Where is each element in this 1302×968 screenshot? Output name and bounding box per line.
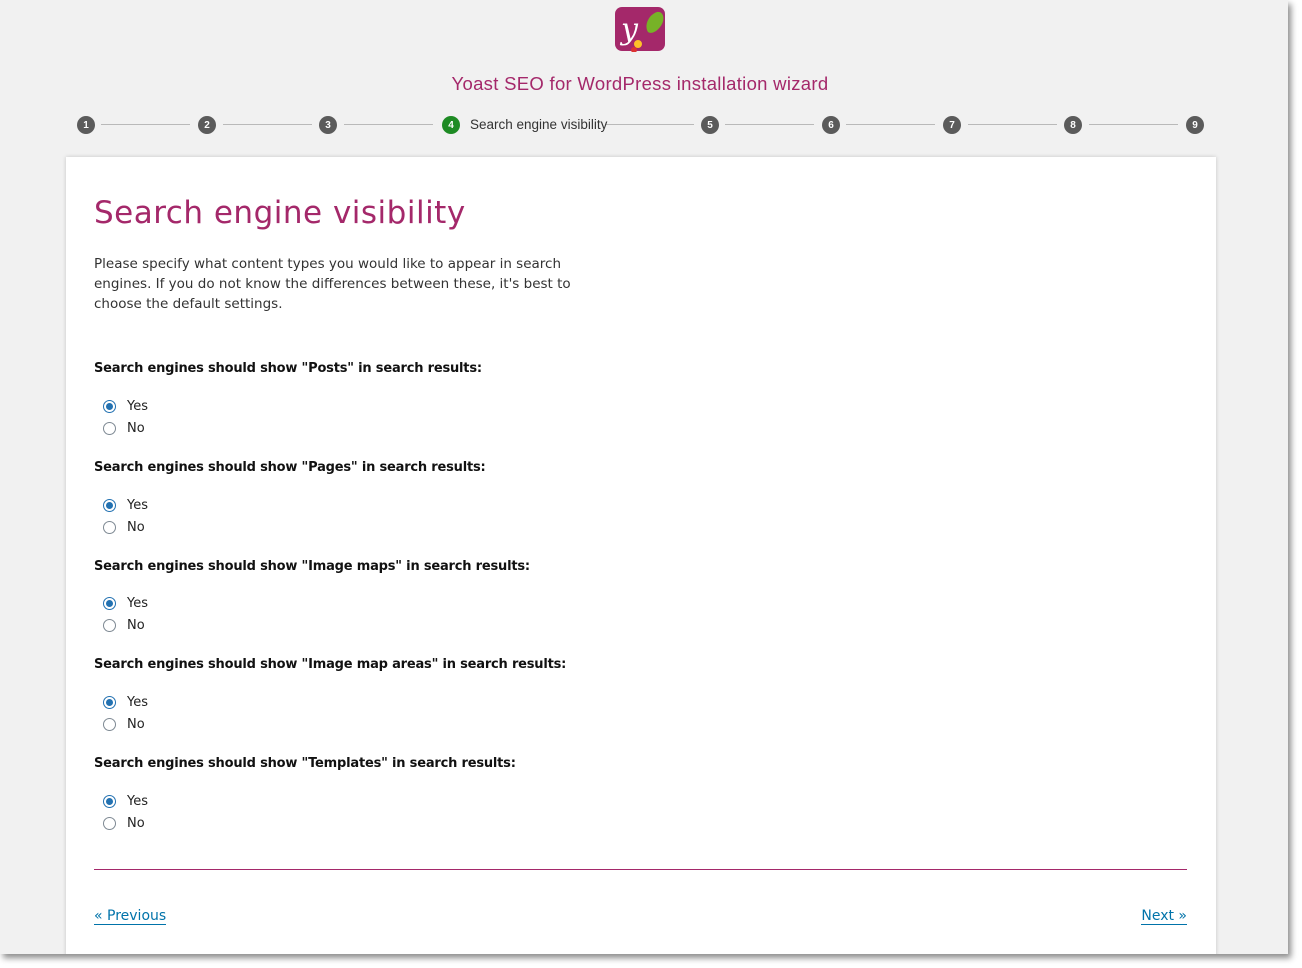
step-4-label: Search engine visibility — [470, 117, 608, 132]
yoast-logo-icon: y — [615, 7, 665, 52]
image-maps-no-option[interactable]: No — [103, 616, 145, 634]
posts-yes-option[interactable]: Yes — [103, 397, 148, 415]
radio-button[interactable] — [103, 421, 116, 435]
option-label: Yes — [127, 398, 148, 414]
radio-button[interactable] — [103, 618, 116, 632]
option-label: Yes — [127, 497, 148, 513]
image-map-areas-yes-option[interactable]: Yes — [103, 693, 148, 711]
step-2[interactable]: 2 — [198, 116, 216, 134]
step-6[interactable]: 6 — [822, 116, 840, 134]
question-pages: Search engines should show "Pages" in se… — [94, 460, 486, 475]
wizard-card: Search engine visibility Please specify … — [66, 157, 1216, 954]
next-link[interactable]: Next » — [1141, 908, 1187, 925]
templates-yes-option[interactable]: Yes — [103, 792, 148, 810]
radio-button-checked[interactable] — [103, 498, 116, 512]
radio-button[interactable] — [103, 816, 116, 830]
footer-divider — [94, 869, 1187, 870]
posts-no-option[interactable]: No — [103, 419, 145, 437]
option-label: Yes — [127, 793, 148, 809]
step-connector — [968, 124, 1057, 125]
wizard-title: Yoast SEO for WordPress installation wiz… — [451, 73, 829, 94]
intro-text: Please specify what content types you wo… — [94, 256, 571, 312]
question-templates: Search engines should show "Templates" i… — [94, 756, 516, 771]
wizard-window: y Yoast SEO for WordPress installation w… — [0, 0, 1288, 954]
option-label: No — [127, 617, 145, 633]
pages-no-option[interactable]: No — [103, 518, 145, 536]
step-1[interactable]: 1 — [77, 116, 95, 134]
step-9[interactable]: 9 — [1186, 116, 1204, 134]
option-label: No — [127, 420, 145, 436]
step-connector — [1089, 124, 1178, 125]
radio-button[interactable] — [103, 520, 116, 534]
option-label: No — [127, 519, 145, 535]
option-label: Yes — [127, 595, 148, 611]
previous-link[interactable]: « Previous — [94, 908, 167, 925]
step-connector — [223, 124, 312, 125]
step-connector — [101, 124, 190, 125]
image-maps-yes-option[interactable]: Yes — [103, 594, 148, 612]
image-map-areas-no-option[interactable]: No — [103, 715, 145, 733]
templates-no-option[interactable]: No — [103, 814, 145, 832]
step-5[interactable]: 5 — [701, 116, 719, 134]
wizard-stepper: 1 2 3 4 Search engine visibility 5 6 7 8… — [0, 114, 1288, 136]
option-label: No — [127, 716, 145, 732]
step-connector — [605, 124, 694, 125]
step-4-active[interactable]: 4 — [442, 116, 460, 134]
page-title: Search engine visibility — [94, 195, 466, 231]
pages-yes-option[interactable]: Yes — [103, 496, 148, 514]
step-connector — [725, 124, 814, 125]
option-label: Yes — [127, 694, 148, 710]
radio-button-checked[interactable] — [103, 695, 116, 709]
option-label: No — [127, 815, 145, 831]
question-image-map-areas: Search engines should show "Image map ar… — [94, 657, 567, 672]
step-connector — [344, 124, 433, 125]
step-connector — [846, 124, 935, 125]
radio-button-checked[interactable] — [103, 399, 116, 413]
step-7[interactable]: 7 — [943, 116, 961, 134]
radio-button-checked[interactable] — [103, 596, 116, 610]
radio-button-checked[interactable] — [103, 794, 116, 808]
step-8[interactable]: 8 — [1064, 116, 1082, 134]
radio-button[interactable] — [103, 717, 116, 731]
question-image-maps: Search engines should show "Image maps" … — [94, 559, 530, 574]
question-posts: Search engines should show "Posts" in se… — [94, 361, 482, 376]
step-3[interactable]: 3 — [319, 116, 337, 134]
